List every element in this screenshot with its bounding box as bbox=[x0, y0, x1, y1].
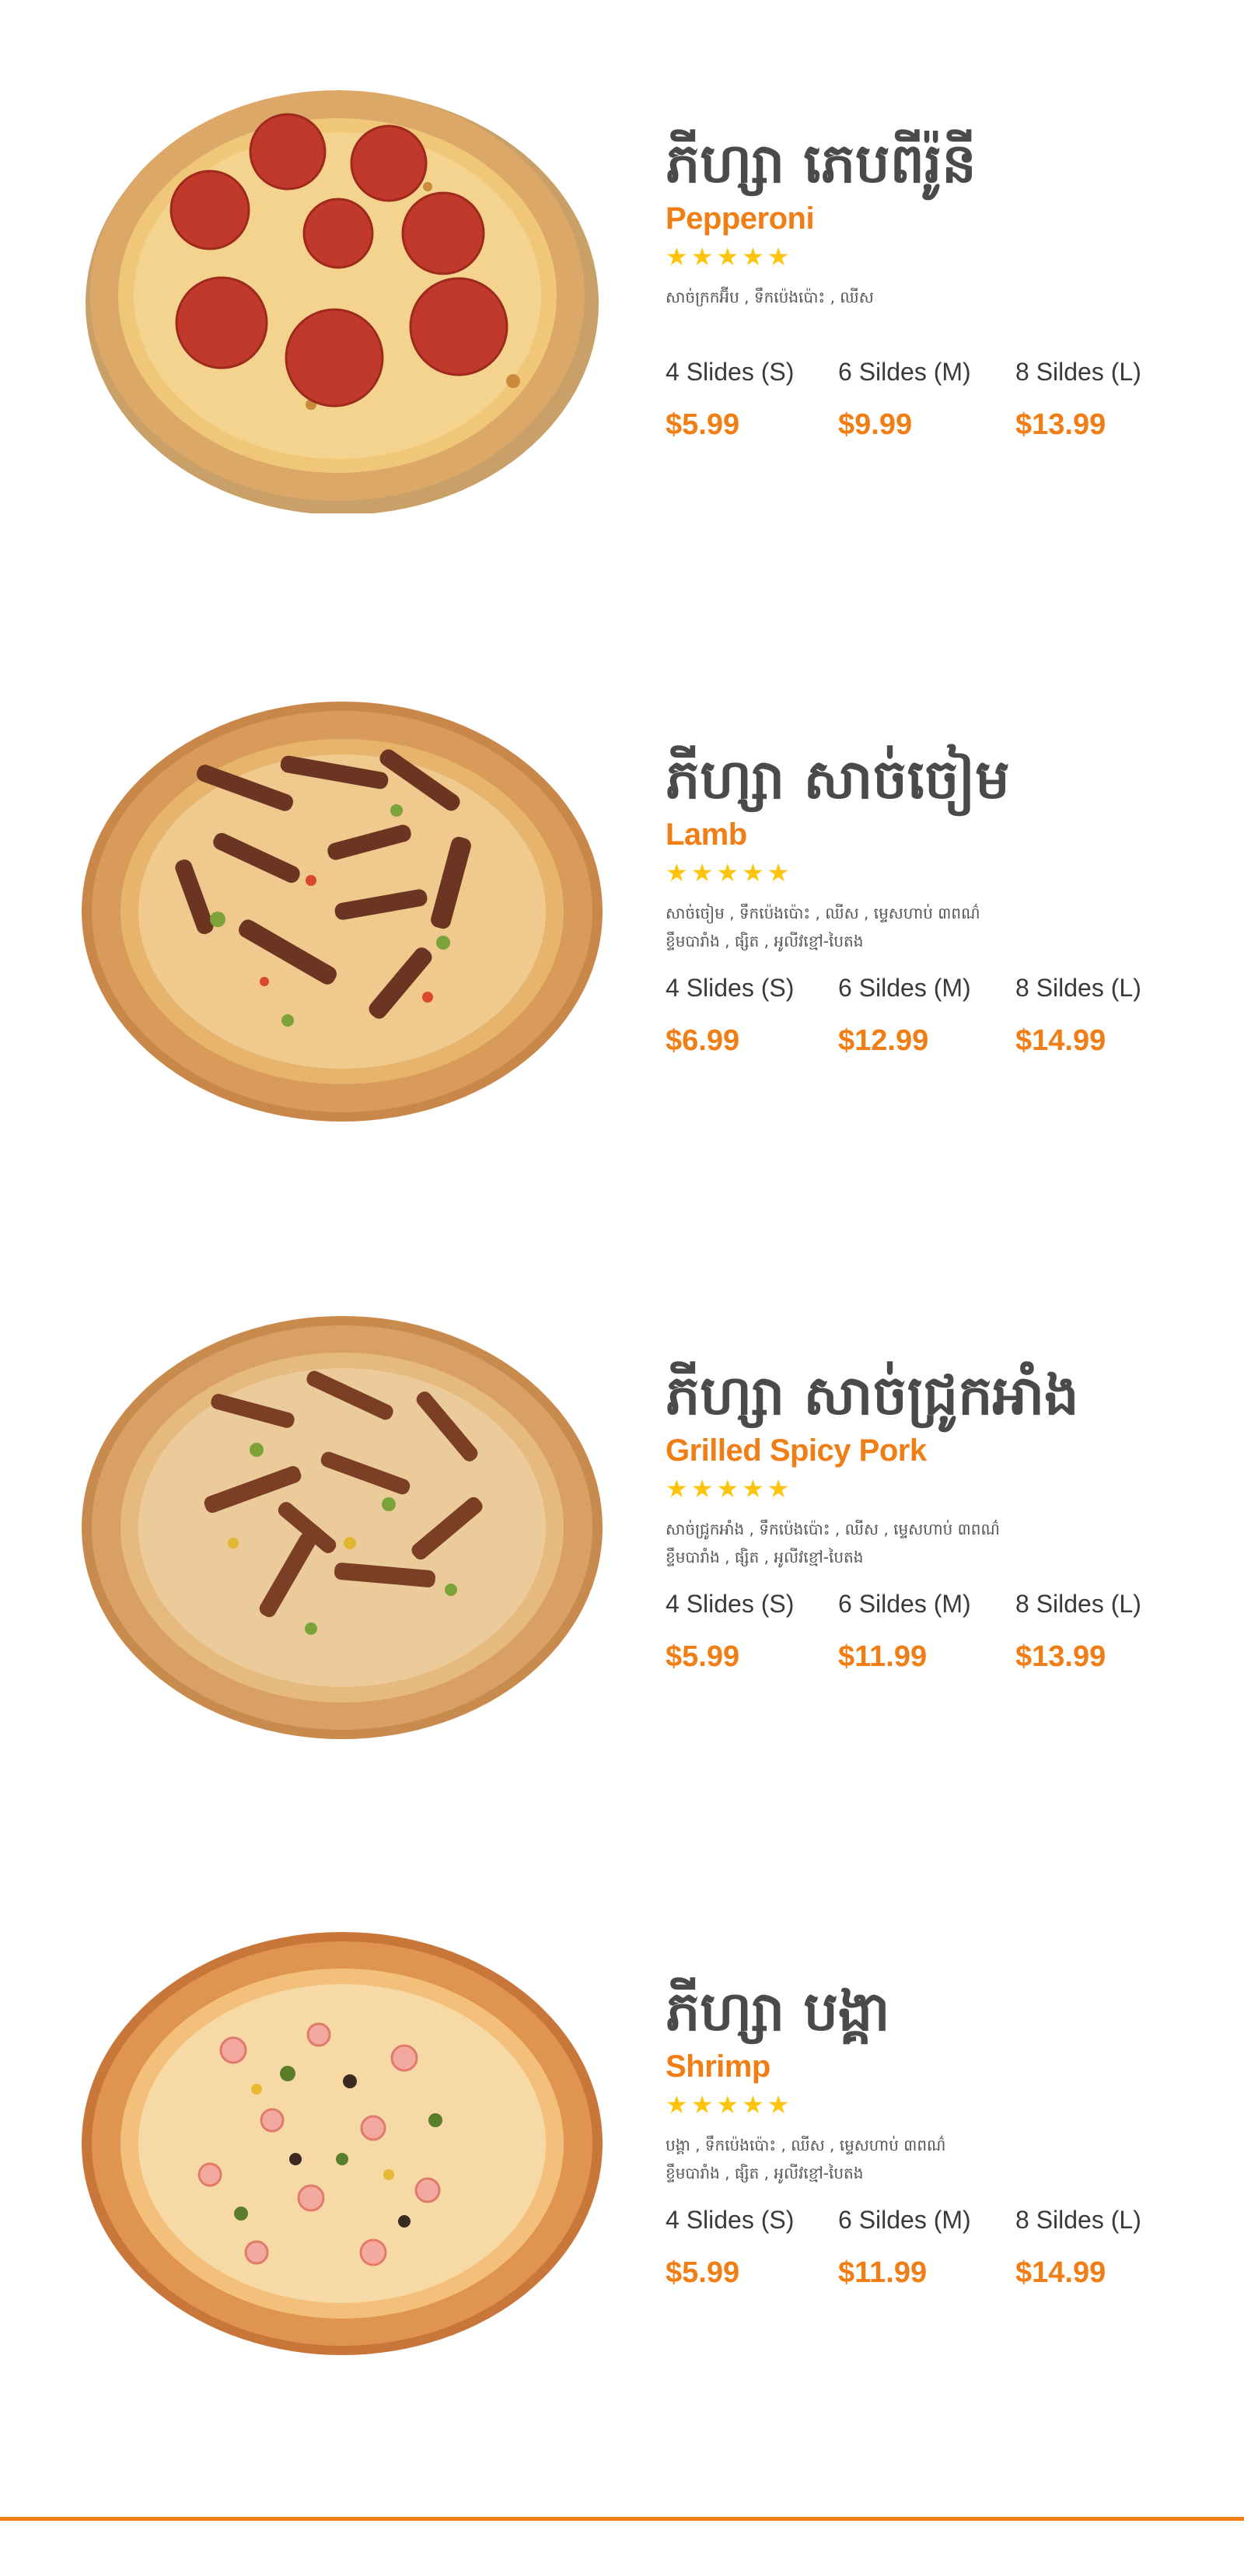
size-label: 8 Sildes (L) bbox=[1015, 2206, 1141, 2234]
size-option-small[interactable]: 4 Slides (S) $5.99 bbox=[666, 2204, 838, 2290]
pizza-title-english: Grilled Spicy Pork bbox=[666, 1433, 927, 1468]
pizza-info: ភីហ្សា ភេបពីរ៉ូនី Pepperoni ★★★★★ សាច់ក្… bbox=[666, 132, 1194, 442]
size-options: 4 Slides (S) $5.99 6 Sildes (M) $11.99 8… bbox=[666, 2204, 1194, 2290]
rating-stars-icon: ★★★★★ bbox=[666, 858, 793, 887]
size-price: $9.99 bbox=[838, 408, 913, 441]
size-label: 6 Sildes (M) bbox=[838, 2206, 971, 2234]
pizza-image bbox=[78, 694, 606, 1129]
size-price: $5.99 bbox=[666, 2256, 740, 2289]
description-line: សាច់ចៀម , ទឹកប៉េងប៉ោះ , ឈីស , ម្ទេសហាប់ … bbox=[666, 904, 980, 922]
description-line: ខ្ទឹមបារាំង , ផ្សិត , អូលីវខ្មៅ-បៃតង bbox=[666, 1548, 864, 1566]
description-line: បង្គា , ទឹកប៉េងប៉ោះ , ឈីស , ម្ទេសហាប់ ៣ព… bbox=[666, 2136, 946, 2154]
size-label: 4 Slides (S) bbox=[666, 2206, 795, 2234]
size-label: 4 Slides (S) bbox=[666, 1590, 795, 1618]
size-option-large[interactable]: 8 Sildes (L) $13.99 bbox=[1015, 356, 1188, 442]
size-option-medium[interactable]: 6 Sildes (M) $12.99 bbox=[838, 972, 1015, 1058]
pizza-info: ភីហ្សា សាច់ជ្រូកអាំង Grilled Spicy Pork … bbox=[666, 1364, 1194, 1674]
size-options: 4 Slides (S) $6.99 6 Sildes (M) $12.99 8… bbox=[666, 972, 1194, 1058]
rating-stars-icon: ★★★★★ bbox=[666, 242, 793, 271]
menu-item-pepperoni[interactable]: ភីហ្សា ភេបពីរ៉ូនី Pepperoni ★★★★★ សាច់ក្… bbox=[0, 0, 1244, 616]
size-label: 8 Sildes (L) bbox=[1015, 974, 1141, 1002]
pizza-title-khmer: ភីហ្សា បង្គា bbox=[666, 1979, 890, 2043]
size-option-medium[interactable]: 6 Sildes (M) $11.99 bbox=[838, 1588, 1015, 1674]
size-price: $11.99 bbox=[838, 2256, 928, 2289]
size-label: 6 Sildes (M) bbox=[838, 974, 971, 1002]
description-line: សាច់ជ្រូកអាំង , ទឹកប៉េងប៉ោះ , ឈីស , ម្ទេ… bbox=[666, 1520, 1000, 1538]
size-price: $14.99 bbox=[1015, 2256, 1106, 2289]
size-label: 4 Slides (S) bbox=[666, 358, 795, 386]
size-label: 6 Sildes (M) bbox=[838, 1590, 971, 1618]
description-line: សាច់ក្រកអ៊ីប , ទឹកប៉េងប៉ោះ , ឈីស bbox=[666, 288, 874, 306]
pizza-lamb-illustration bbox=[82, 702, 603, 1122]
pizza-title-khmer: ភីហ្សា ភេបពីរ៉ូនី bbox=[666, 131, 977, 195]
pizza-title-khmer: ភីហ្សា សាច់ជ្រូកអាំង bbox=[666, 1363, 1079, 1427]
pizza-pepperoni-illustration bbox=[86, 90, 599, 513]
pizza-title-english: Pepperoni bbox=[666, 201, 815, 236]
size-price: $13.99 bbox=[1015, 1640, 1106, 1673]
size-option-large[interactable]: 8 Sildes (L) $14.99 bbox=[1015, 972, 1188, 1058]
pizza-pork-illustration bbox=[82, 1316, 603, 1739]
rating-stars-icon: ★★★★★ bbox=[666, 2090, 793, 2119]
size-option-large[interactable]: 8 Sildes (L) $13.99 bbox=[1015, 1588, 1188, 1674]
size-options: 4 Slides (S) $5.99 6 Sildes (M) $11.99 8… bbox=[666, 1588, 1194, 1674]
pizza-title-english: Shrimp bbox=[666, 2049, 771, 2084]
pizza-description: សាច់ជ្រូកអាំង , ទឹកប៉េងប៉ោះ , ឈីស , ម្ទេ… bbox=[666, 1515, 1194, 1571]
menu-item-shrimp[interactable]: ភីហ្សា បង្គា Shrimp ★★★★★ បង្គា , ទឹកប៉េ… bbox=[0, 1848, 1244, 2464]
rating-stars-icon: ★★★★★ bbox=[666, 1474, 793, 1503]
size-label: 6 Sildes (M) bbox=[838, 358, 971, 386]
size-price: $14.99 bbox=[1015, 1024, 1106, 1057]
pizza-image bbox=[78, 78, 606, 513]
size-label: 4 Slides (S) bbox=[666, 974, 795, 1002]
size-option-medium[interactable]: 6 Sildes (M) $11.99 bbox=[838, 2204, 1015, 2290]
size-option-small[interactable]: 4 Slides (S) $5.99 bbox=[666, 1588, 838, 1674]
footer-divider bbox=[0, 2517, 1244, 2521]
size-price: $13.99 bbox=[1015, 408, 1106, 441]
menu-item-lamb[interactable]: ភីហ្សា សាច់ចៀម Lamb ★★★★★ សាច់ចៀម , ទឹកប… bbox=[0, 616, 1244, 1232]
size-price: $5.99 bbox=[666, 408, 740, 441]
menu-item-grilled-spicy-pork[interactable]: ភីហ្សា សាច់ជ្រូកអាំង Grilled Spicy Pork … bbox=[0, 1232, 1244, 1848]
pizza-description: សាច់ក្រកអ៊ីប , ទឹកប៉េងប៉ោះ , ឈីស bbox=[666, 283, 1194, 339]
pizza-info: ភីហ្សា សាច់ចៀម Lamb ★★★★★ សាច់ចៀម , ទឹកប… bbox=[666, 748, 1194, 1058]
size-price: $5.99 bbox=[666, 1640, 740, 1673]
size-label: 8 Sildes (L) bbox=[1015, 1590, 1141, 1618]
pizza-shrimp-illustration bbox=[82, 1932, 603, 2355]
pizza-description: បង្គា , ទឹកប៉េងប៉ោះ , ឈីស , ម្ទេសហាប់ ៣ព… bbox=[666, 2131, 1194, 2187]
size-option-large[interactable]: 8 Sildes (L) $14.99 bbox=[1015, 2204, 1188, 2290]
size-price: $6.99 bbox=[666, 1024, 740, 1057]
size-price: $11.99 bbox=[838, 1640, 928, 1673]
size-option-small[interactable]: 4 Slides (S) $6.99 bbox=[666, 972, 838, 1058]
pizza-image bbox=[78, 1310, 606, 1745]
description-line: ខ្ទឹមបារាំង , ផ្សិត , អូលីវខ្មៅ-បៃតង bbox=[666, 2164, 864, 2182]
pizza-title-khmer: ភីហ្សា សាច់ចៀម bbox=[666, 747, 1010, 811]
size-price: $12.99 bbox=[838, 1024, 929, 1057]
size-option-medium[interactable]: 6 Sildes (M) $9.99 bbox=[838, 356, 1015, 442]
description-line: ខ្ទឹមបារាំង , ផ្សិត , អូលីវខ្មៅ-បៃតង bbox=[666, 932, 864, 950]
pizza-description: សាច់ចៀម , ទឹកប៉េងប៉ោះ , ឈីស , ម្ទេសហាប់ … bbox=[666, 899, 1194, 955]
size-option-small[interactable]: 4 Slides (S) $5.99 bbox=[666, 356, 838, 442]
pizza-image bbox=[78, 1926, 606, 2361]
size-options: 4 Slides (S) $5.99 6 Sildes (M) $9.99 8 … bbox=[666, 356, 1194, 442]
size-label: 8 Sildes (L) bbox=[1015, 358, 1141, 386]
pizza-info: ភីហ្សា បង្គា Shrimp ★★★★★ បង្គា , ទឹកប៉េ… bbox=[666, 1980, 1194, 2290]
pizza-title-english: Lamb bbox=[666, 817, 747, 852]
